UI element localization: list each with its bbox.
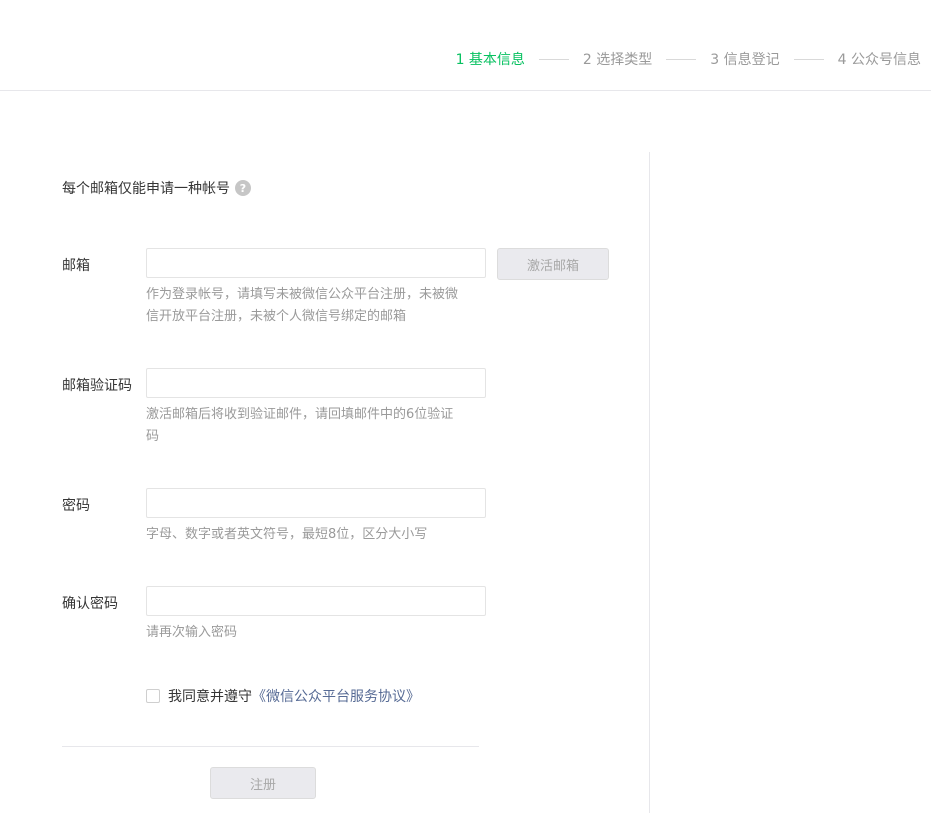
step-divider — [793, 58, 824, 60]
vertical-divider — [649, 152, 650, 813]
step-info-register: 3 信息登记 — [710, 52, 780, 68]
step-divider — [666, 58, 697, 60]
email-code-label: 邮箱验证码 — [62, 378, 132, 394]
account-notice: 每个邮箱仅能申请一种帐号 ? — [62, 178, 251, 198]
email-tip: 作为登录帐号，请填写未被微信公众平台注册，未被微信开放平台注册，未被个人微信号绑… — [146, 287, 459, 324]
confirm-password-label: 确认密码 — [62, 596, 118, 612]
step-account-info: 4 公众号信息 — [837, 52, 921, 68]
email-label: 邮箱 — [62, 258, 90, 274]
confirm-password-input[interactable] — [146, 586, 486, 616]
help-icon[interactable]: ? — [235, 180, 251, 196]
register-button[interactable]: 注册 — [210, 767, 316, 799]
password-tip: 字母、数字或者英文符号，最短8位，区分大小写 — [146, 527, 428, 542]
step-select-type: 2 选择类型 — [582, 52, 653, 68]
step-basic-info: 1 基本信息 — [455, 52, 525, 68]
password-label: 密码 — [62, 498, 90, 514]
form-divider — [62, 746, 479, 747]
agreement-row: 我同意并遵守 《微信公众平台服务协议》 — [146, 686, 420, 706]
agreement-checkbox[interactable] — [146, 689, 160, 703]
password-input[interactable] — [146, 488, 486, 518]
agreement-link[interactable]: 《微信公众平台服务协议》 — [252, 686, 420, 706]
step-divider — [538, 58, 569, 60]
email-input[interactable] — [146, 248, 486, 278]
step-indicator: 1 基本信息 2 选择类型 3 信息登记 4 公众号信息 — [456, 49, 921, 69]
email-code-tip: 激活邮箱后将收到验证邮件，请回填邮件中的6位验证码 — [146, 407, 454, 444]
activate-email-button[interactable]: 激活邮箱 — [497, 248, 609, 280]
email-code-input[interactable] — [146, 368, 486, 398]
agreement-text: 我同意并遵守 — [168, 689, 252, 705]
confirm-password-tip: 请再次输入密码 — [146, 625, 238, 640]
notice-text: 每个邮箱仅能申请一种帐号 — [62, 181, 230, 197]
header: 1 基本信息 2 选择类型 3 信息登记 4 公众号信息 — [0, 0, 931, 91]
